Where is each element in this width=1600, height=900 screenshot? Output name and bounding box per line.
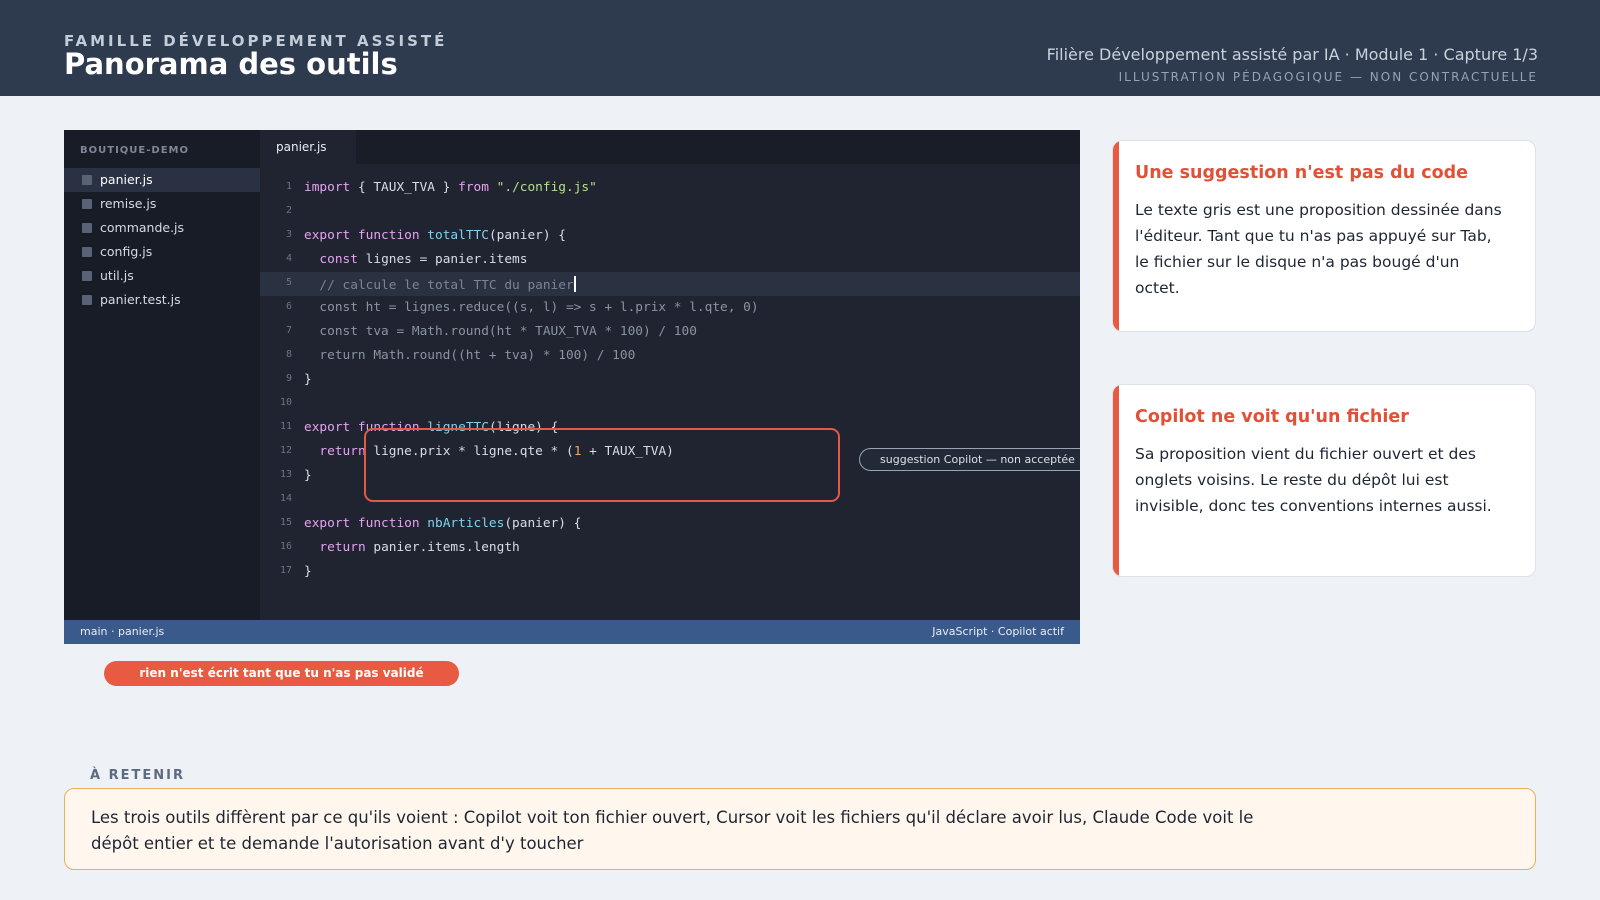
suggestion-label: suggestion Copilot — non acceptée: [859, 448, 1080, 471]
code-text: }: [304, 372, 312, 387]
file-icon: [82, 247, 92, 257]
file-item-panier[interactable]: panier.js: [64, 168, 260, 192]
code-line: 15 export function nbArticles(panier) {: [260, 512, 1080, 536]
code-line: 16 return panier.items.length: [260, 536, 1080, 560]
file-icon: [82, 223, 92, 233]
code-editor: BOUTIQUE-DEMO panier.js remise.js comman…: [64, 130, 1080, 644]
card-title: Une suggestion n'est pas du code: [1135, 163, 1469, 183]
code-line: 2: [260, 200, 1080, 224]
code-line: 9 }: [260, 368, 1080, 392]
line-number: 10: [279, 397, 292, 408]
code-line: 17 }: [260, 560, 1080, 584]
line-number: 3: [285, 229, 292, 240]
code-text: const lignes = panier.items: [319, 252, 528, 267]
line-number: 17: [279, 565, 292, 576]
retain-label: À RETENIR: [90, 768, 185, 783]
code-text: import { TAUX_TVA } from "./config.js": [304, 180, 597, 195]
suggestion-highlight: [364, 428, 840, 502]
tab-panier-js[interactable]: panier.js: [260, 130, 356, 164]
info-card-copilot: Copilot ne voit qu'un fichier Sa proposi…: [1112, 384, 1536, 577]
tab-label: panier.js: [276, 140, 327, 154]
file-name: remise.js: [100, 196, 157, 211]
ghost-line: 7 const tva = Math.round(ht * TAUX_TVA *…: [260, 320, 1080, 344]
ghost-text: const tva = Math.round(ht * TAUX_TVA * 1…: [304, 324, 697, 339]
retain-text: Les trois outils diffèrent par ce qu'ils…: [91, 808, 1254, 853]
ghost-line: 8 return Math.round((ht + tva) * 100) / …: [260, 344, 1080, 368]
line-number: 6: [285, 301, 292, 312]
code-text: // calcule le total TTC du panier: [319, 276, 576, 293]
code-text: return panier.items.length: [319, 540, 520, 555]
line-number: 9: [285, 373, 292, 384]
file-icon: [82, 199, 92, 209]
file-item-util[interactable]: util.js: [64, 264, 260, 288]
file-name: panier.test.js: [100, 292, 181, 307]
ghost-line: 6 const ht = lignes.reduce((s, l) => s +…: [260, 296, 1080, 320]
warning-pill: rien n'est écrit tant que tu n'as pas va…: [104, 661, 459, 686]
file-item-remise[interactable]: remise.js: [64, 192, 260, 216]
line-number: 7: [285, 325, 292, 336]
line-number: 1: [285, 181, 292, 192]
line-number: 12: [279, 445, 292, 456]
code-text: export function nbArticles(panier) {: [304, 516, 582, 531]
ghost-text: return Math.round((ht + tva) * 100) / 10…: [304, 348, 636, 363]
code-line: 3 export function totalTTC(panier) {: [260, 224, 1080, 248]
top-header: FAMILLE DÉVELOPPEMENT ASSISTÉ Panorama d…: [0, 0, 1600, 96]
line-number: 4: [285, 253, 292, 264]
code-line: 4 const lignes = panier.items: [260, 248, 1080, 272]
code-area[interactable]: 1 import { TAUX_TVA } from "./config.js"…: [260, 164, 1080, 620]
file-name: commande.js: [100, 220, 185, 235]
status-branch: main · panier.js: [80, 625, 165, 638]
file-icon: [82, 295, 92, 305]
status-bar: main · panier.js JavaScript · Copilot ac…: [64, 620, 1080, 644]
code-line: 1 import { TAUX_TVA } from "./config.js": [260, 176, 1080, 200]
current-line: 5 // calcule le total TTC du panier: [260, 272, 1080, 296]
code-text: }: [304, 468, 312, 483]
text-caret: [573, 276, 576, 292]
page-title: Panorama des outils: [64, 47, 398, 81]
line-number: 11: [279, 421, 292, 432]
file-item-commande[interactable]: commande.js: [64, 216, 260, 240]
line-number: 16: [279, 541, 292, 552]
line-number: 13: [279, 469, 292, 480]
file-icon: [82, 271, 92, 281]
header-disclaimer: ILLUSTRATION PÉDAGOGIQUE — NON CONTRACTU…: [1118, 70, 1538, 84]
card-title: Copilot ne voit qu'un fichier: [1135, 407, 1409, 427]
info-card-suggestion: Une suggestion n'est pas du code Le text…: [1112, 140, 1536, 332]
file-name: panier.js: [100, 172, 153, 187]
code-line: 10: [260, 392, 1080, 416]
line-number: 15: [279, 517, 292, 528]
header-meta: Filière Développement assisté par IA · M…: [1046, 45, 1538, 64]
file-name: config.js: [100, 244, 153, 259]
card-accent: [1113, 141, 1119, 331]
file-item-config[interactable]: config.js: [64, 240, 260, 264]
code-text: }: [304, 564, 312, 579]
retain-box: Les trois outils diffèrent par ce qu'ils…: [64, 788, 1536, 870]
card-body: Le texte gris est une proposition dessin…: [1135, 201, 1502, 297]
card-accent: [1113, 385, 1119, 576]
file-name: util.js: [100, 268, 134, 283]
file-item-panier-test[interactable]: panier.test.js: [64, 288, 260, 312]
project-name: BOUTIQUE-DEMO: [80, 145, 189, 156]
line-number: 2: [285, 205, 292, 216]
ghost-text: const ht = lignes.reduce((s, l) => s + l…: [304, 300, 759, 315]
card-body: Sa proposition vient du fichier ouvert e…: [1135, 445, 1492, 515]
file-explorer: BOUTIQUE-DEMO panier.js remise.js comman…: [64, 130, 260, 620]
line-number: 14: [279, 493, 292, 504]
file-icon: [82, 175, 92, 185]
line-number: 8: [285, 349, 292, 360]
code-text: export function totalTTC(panier) {: [304, 228, 566, 243]
line-number: 5: [285, 277, 292, 288]
status-language: JavaScript · Copilot actif: [932, 625, 1064, 638]
tab-bar: panier.js: [260, 130, 1080, 164]
